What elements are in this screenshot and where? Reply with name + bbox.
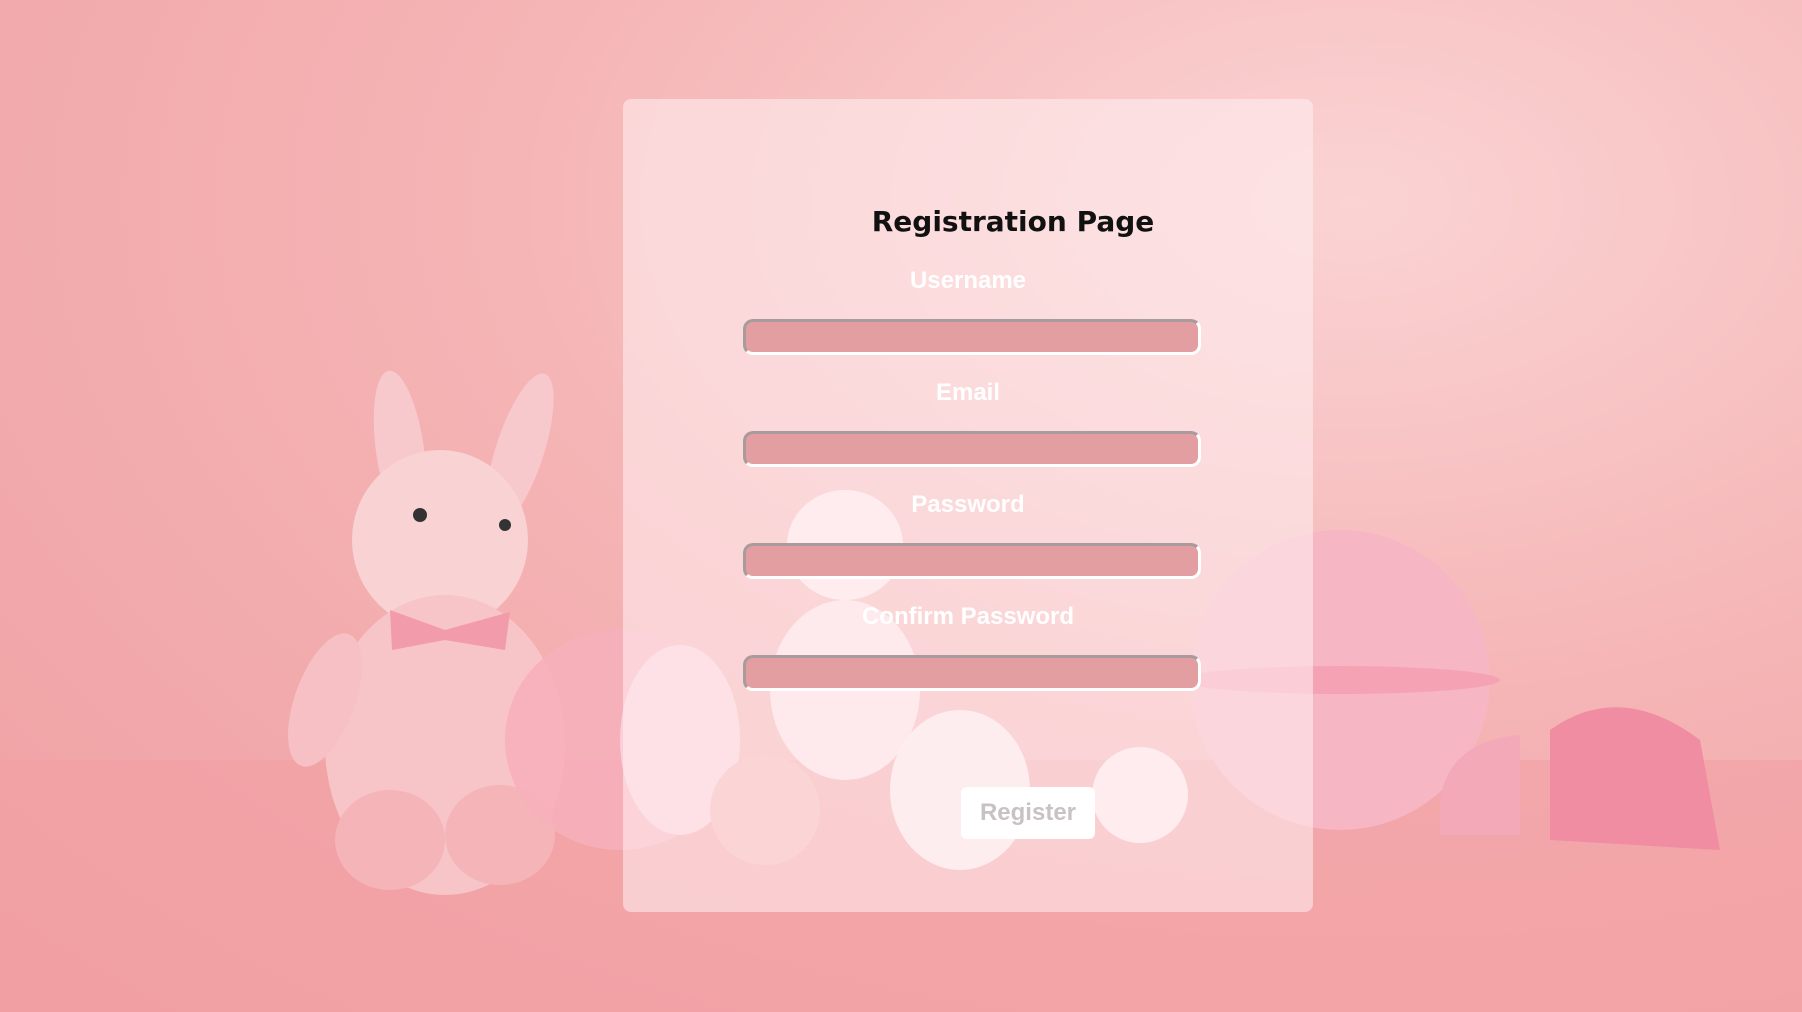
email-label: Email [935, 379, 1001, 406]
page-title: Registration Page [871, 205, 1155, 238]
email-input[interactable] [743, 431, 1201, 467]
password-input[interactable] [743, 543, 1201, 579]
confirm-password-label: Confirm Password [861, 603, 1075, 630]
registration-card: Registration Page Username Email Passwor… [623, 99, 1313, 912]
password-label: Password [911, 491, 1025, 518]
confirm-password-input[interactable] [743, 655, 1201, 691]
register-button[interactable]: Register [961, 787, 1095, 839]
username-input[interactable] [743, 319, 1201, 355]
username-label: Username [909, 267, 1027, 294]
